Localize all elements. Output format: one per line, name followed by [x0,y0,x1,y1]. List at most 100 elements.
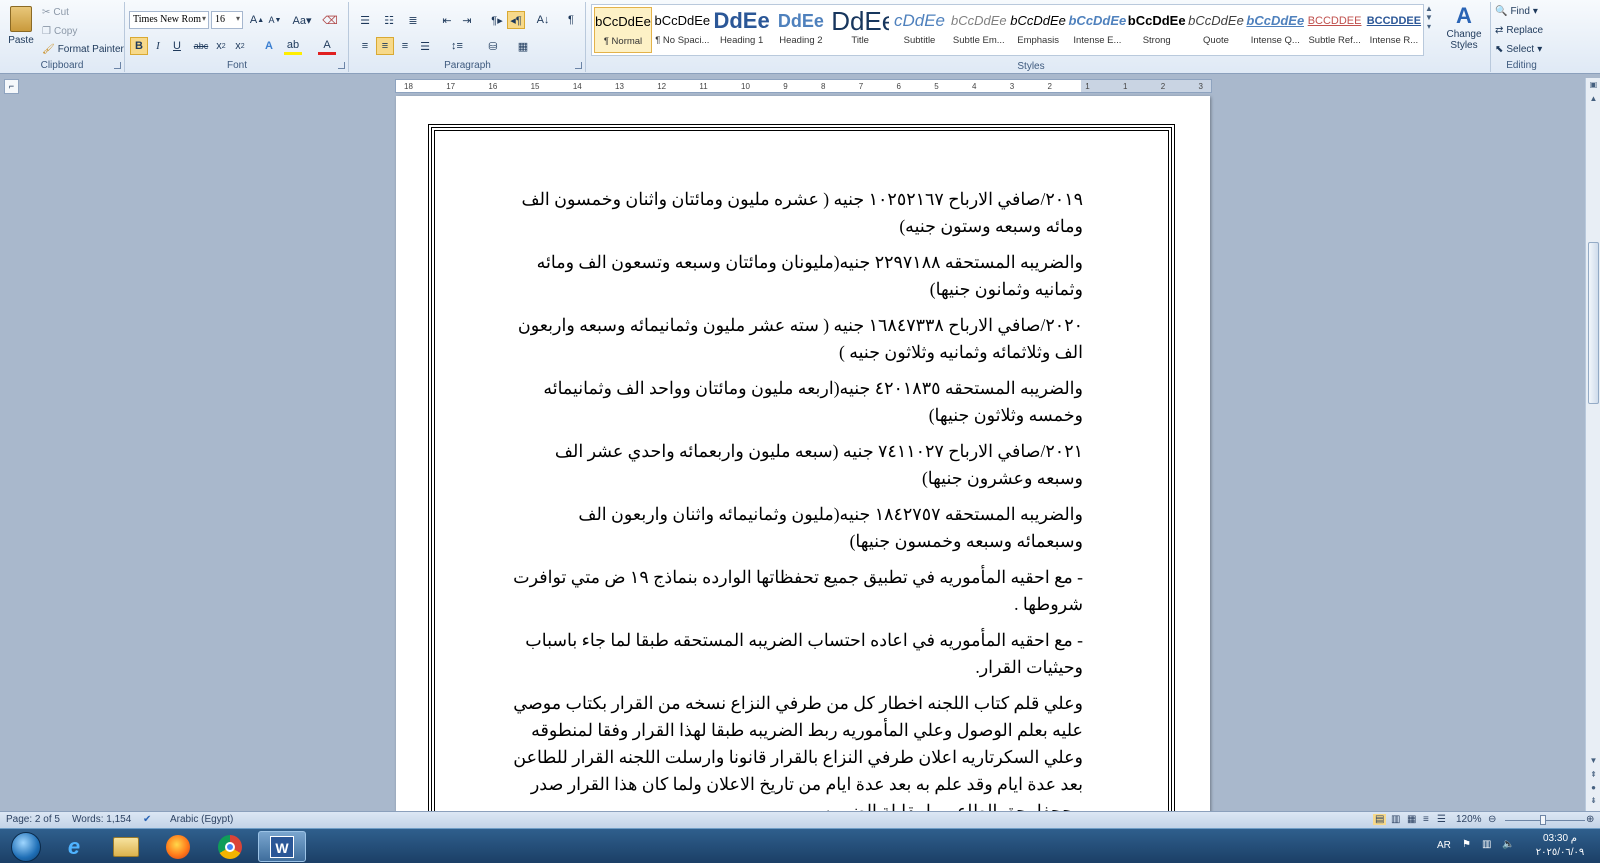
paste-button[interactable]: Paste [5,6,37,46]
cut-button[interactable]: ✂ Cut [42,7,69,18]
show-marks-icon[interactable]: ¶ [562,11,580,29]
superscript-icon[interactable]: x2 [231,37,249,55]
web-layout-icon[interactable]: ▦ [1407,814,1416,825]
text-effects-icon[interactable]: A [260,37,278,55]
font-name-combo[interactable]: Times New Rom [129,11,209,29]
grow-font-icon[interactable]: A ▲ [248,11,266,29]
style-item[interactable]: bCcDdEe Intense E... [1068,7,1126,53]
copy-button[interactable]: ❐ Copy [42,26,77,37]
tab-selector-icon[interactable]: ⌐ [4,79,19,94]
file-explorer-button[interactable] [102,831,150,862]
align-center-icon[interactable]: ≡ [376,37,394,55]
style-item[interactable]: bCcDdEe Quote [1187,7,1245,53]
scroll-down-icon[interactable]: ▼ [1586,756,1600,768]
paragraph-recalculation[interactable]: - مع احقيه المأموريه في اعاده احتساب الض… [513,627,1083,681]
shading-icon[interactable]: ⛁ [484,37,502,55]
style-item[interactable]: bCcDdEe Strong [1128,7,1186,53]
outline-icon[interactable]: ≡ [1423,814,1429,825]
document-body[interactable]: ٢٠١٩/صافي الارباح ١٠٢٥٢١٦٧ جنيه ( عشره م… [513,186,1083,811]
action-center-icon[interactable]: ⚑ [1462,839,1471,850]
style-item[interactable]: bCcDdEe Intense Q... [1246,7,1304,53]
rtl-icon[interactable]: ◂¶ [507,11,525,29]
style-item[interactable]: BCCDDEE Subtle Ref... [1306,7,1364,53]
horizontal-ruler[interactable]: 18 17 16 15 14 13 12 11 10 9 8 7 6 5 4 3 2 1 1 2 3 [395,79,1212,93]
style-item[interactable]: BCCDDEE Intense R... [1365,7,1423,53]
font-size-combo[interactable]: 16 [211,11,243,29]
internet-explorer-button[interactable]: e [50,831,98,862]
format-painter-button[interactable]: 🖌 Format Painter [42,44,124,55]
chrome-button[interactable] [206,831,254,862]
subscript-icon[interactable]: x2 [212,37,230,55]
paragraph-profit-2019[interactable]: ٢٠١٩/صافي الارباح ١٠٢٥٢١٦٧ جنيه ( عشره م… [513,186,1083,240]
ltr-icon[interactable]: ¶▸ [488,11,506,29]
align-left-icon[interactable]: ≡ [356,37,374,55]
clipboard-launcher[interactable] [114,62,121,69]
style-item[interactable]: bCcDdEe Emphasis [1009,7,1067,53]
word-button[interactable]: W [258,831,306,862]
paragraph-notification[interactable]: وعلي قلم كتاب اللجنه اخطار كل من طرفي ال… [513,690,1083,811]
document-area[interactable]: ٢٠١٩/صافي الارباح ١٠٢٥٢١٦٧ جنيه ( عشره م… [0,94,1585,811]
clock[interactable]: 03:30 م ٢٠٢٥/٠٦/٠٩ [1530,832,1590,860]
style-item[interactable]: bCcDdEe ¶ Normal [594,7,652,53]
shrink-font-icon[interactable]: A ▼ [266,11,284,29]
gallery-down-icon[interactable]: ▼ [1425,13,1433,22]
change-styles-button[interactable]: A Change Styles [1440,4,1488,52]
gallery-scroll-buttons[interactable]: ▲ ▼ ▾ [1425,4,1433,31]
ruler-toggle-icon[interactable]: ▣ [1586,80,1600,92]
firefox-button[interactable] [154,831,202,862]
align-right-icon[interactable]: ≡ [396,37,414,55]
line-spacing-icon[interactable]: ↕≡ [448,37,466,55]
italic-icon[interactable]: I [149,37,167,55]
style-item[interactable]: bCcDdEe Subtle Em... [950,7,1008,53]
bold-icon[interactable]: B [130,37,148,55]
font-launcher[interactable] [338,62,345,69]
page-count[interactable]: Page: 2 of 5 [6,814,60,825]
proofing-icon[interactable]: ✔ [143,814,151,825]
draft-icon[interactable]: ☰ [1437,814,1446,825]
gallery-up-icon[interactable]: ▲ [1425,4,1433,13]
justify-icon[interactable]: ☰ [416,37,434,55]
decrease-indent-icon[interactable]: ⇤ [438,11,456,29]
zoom-in-icon[interactable]: ⊕ [1586,814,1594,825]
increase-indent-icon[interactable]: ⇥ [458,11,476,29]
strikethrough-icon[interactable]: abc [192,37,210,55]
change-case-icon[interactable]: Aa▾ [290,11,314,29]
numbering-icon[interactable]: ☷ [380,11,398,29]
zoom-out-icon[interactable]: ⊖ [1488,814,1496,825]
volume-icon[interactable]: 🔈 [1502,839,1514,850]
gallery-more-icon[interactable]: ▾ [1427,22,1431,31]
language-indicator[interactable]: Arabic (Egypt) [170,814,233,825]
browse-object-icon[interactable]: ● [1586,783,1600,795]
find-button[interactable]: 🔍 Find ▾ [1495,6,1538,17]
style-item[interactable]: bCcDdEe ¶ No Spaci... [653,7,711,53]
paragraph-reservations[interactable]: - مع احقيه المأموريه في تطبيق جميع تحفظا… [513,564,1083,618]
paragraph-profit-2021[interactable]: ٢٠٢١/صافي الارباح ٧٤١١٠٢٧ جنيه (سبعه ملي… [513,438,1083,492]
zoom-slider-thumb[interactable] [1540,815,1546,825]
print-layout-icon[interactable]: ▤ [1373,814,1387,825]
prev-page-icon[interactable]: ⇞ [1586,770,1600,782]
style-item[interactable]: DdEe Heading 1 [713,7,771,53]
paragraph-launcher[interactable] [575,62,582,69]
scrollbar-thumb[interactable] [1588,242,1599,404]
next-page-icon[interactable]: ⇟ [1586,796,1600,808]
sort-icon[interactable]: A↓ [534,11,552,29]
full-screen-reading-icon[interactable]: ▥ [1391,814,1400,825]
replace-button[interactable]: ⇄ Replace [1495,25,1543,36]
document-page[interactable]: ٢٠١٩/صافي الارباح ١٠٢٥٢١٦٧ جنيه ( عشره م… [396,96,1210,811]
style-item[interactable]: DdEe Title [831,7,889,53]
network-icon[interactable]: ▥ [1482,839,1491,850]
word-count[interactable]: Words: 1,154 [72,814,131,825]
paragraph-tax-2021[interactable]: والضريبه المستحقه ١٨٤٢٧٥٧ جنيه(مليون وثم… [513,501,1083,555]
paragraph-tax-2019[interactable]: والضريبه المستحقه ٢٢٩٧١٨٨ جنيه(مليونان و… [513,249,1083,303]
bullets-icon[interactable]: ☰ [356,11,374,29]
start-button[interactable] [2,831,50,862]
borders-icon[interactable]: ▦ [514,37,532,55]
multilevel-list-icon[interactable]: ≣ [404,11,422,29]
language-bar[interactable]: AR [1437,840,1451,851]
style-item[interactable]: cDdEe Subtitle [891,7,949,53]
scroll-up-icon[interactable]: ▲ [1586,94,1600,106]
select-button[interactable]: ⬉ Select ▾ [1495,44,1542,55]
zoom-level[interactable]: 120% [1456,814,1482,825]
style-item[interactable]: DdEe Heading 2 [772,7,830,53]
highlight-icon[interactable]: ab [284,37,302,55]
